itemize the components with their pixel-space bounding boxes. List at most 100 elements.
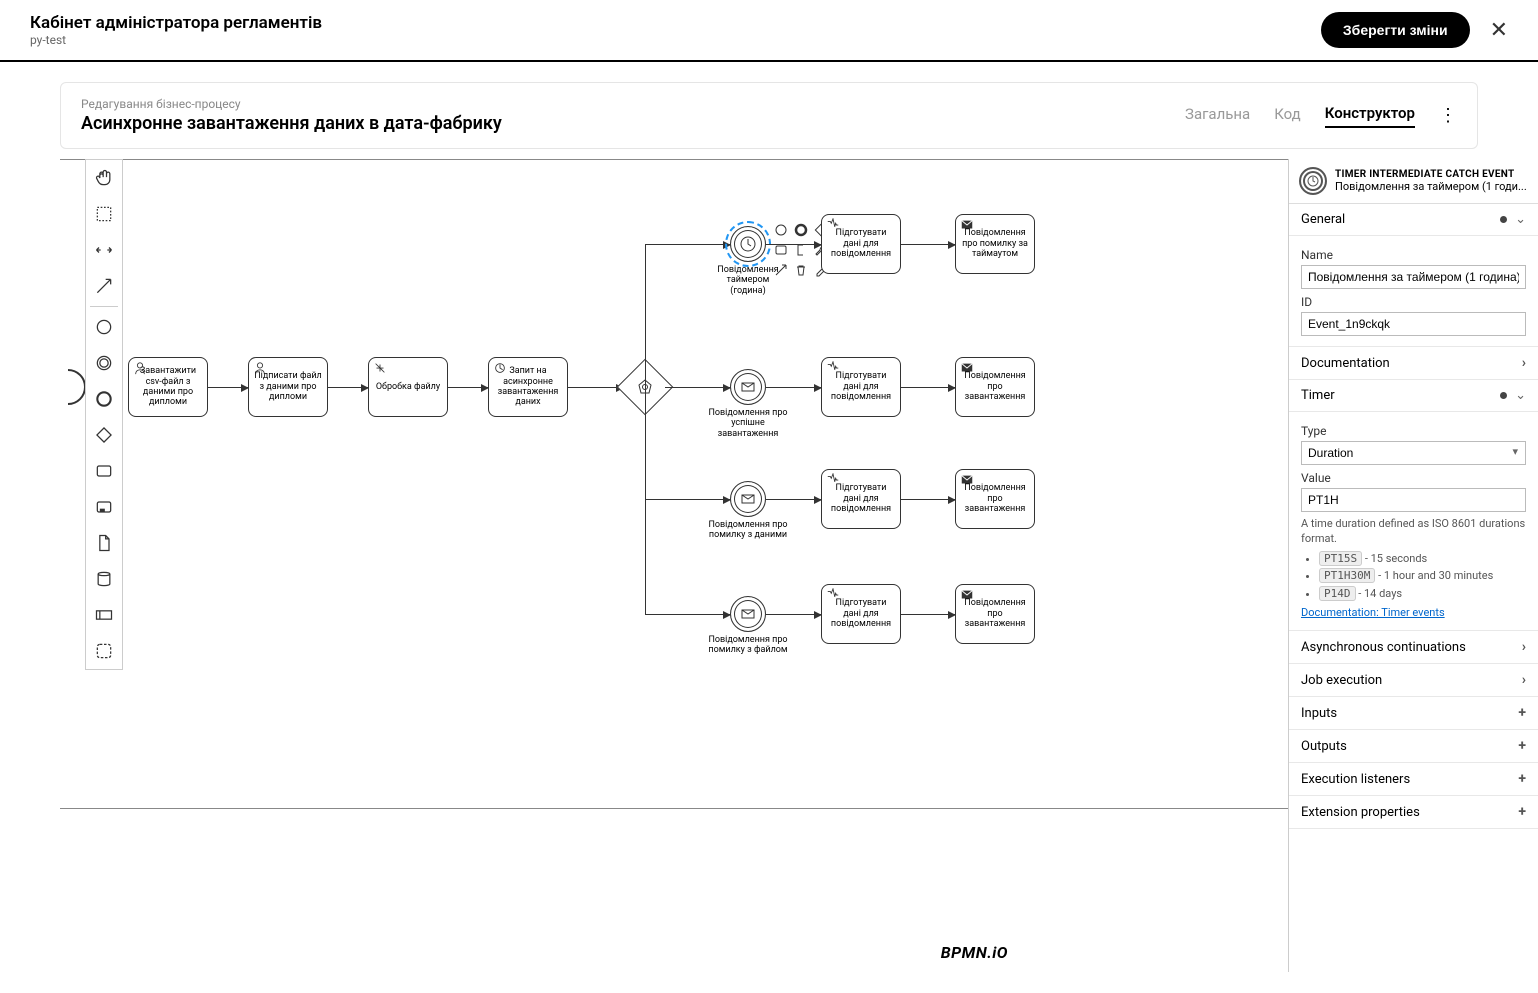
- task-notify-4[interactable]: Повідомлення про завантаження: [955, 584, 1035, 644]
- section-outputs[interactable]: Outputs +: [1289, 730, 1538, 763]
- task-prepare-4[interactable]: Підготувати дані для повідомлення: [821, 584, 901, 644]
- doc-link[interactable]: Documentation: Timer events: [1301, 606, 1445, 619]
- breadcrumb: Редагування бізнес-процесу: [81, 97, 1185, 111]
- plus-icon: +: [1518, 771, 1526, 787]
- tab-code[interactable]: Код: [1274, 105, 1301, 127]
- help-ex2: PT1H30M - 1 hour and 30 minutes: [1319, 568, 1526, 583]
- plus-icon: +: [1518, 738, 1526, 754]
- section-timer[interactable]: Timer ⌄: [1289, 380, 1538, 412]
- help-examples: PT15S - 15 seconds PT1H30M - 1 hour and …: [1319, 551, 1526, 601]
- connect-tool[interactable]: [86, 268, 122, 304]
- label-timer-type: Type: [1301, 424, 1526, 438]
- help-ex1: PT15S - 15 seconds: [1319, 551, 1526, 566]
- props-element-name: Повідомлення за таймером (1 годи...: [1335, 180, 1528, 193]
- input-id[interactable]: [1301, 312, 1526, 336]
- task-process[interactable]: Обробка файлу: [368, 357, 448, 417]
- task-tool[interactable]: [86, 453, 122, 489]
- task-upload[interactable]: Завантажити csv-файл з даними про диплом…: [128, 357, 208, 417]
- task-request[interactable]: Запит на асинхронне завантаження даних: [488, 357, 568, 417]
- flow[interactable]: [448, 387, 488, 388]
- flow[interactable]: [901, 499, 955, 500]
- event-label-file-error: Повідомлення про помилку з файлом: [708, 635, 788, 656]
- section-inputs[interactable]: Inputs +: [1289, 697, 1538, 730]
- task-label: Повідомлення про помилку за таймаутом: [960, 228, 1030, 259]
- pad-connect-icon[interactable]: [772, 261, 790, 279]
- lasso-tool[interactable]: [86, 196, 122, 232]
- task-prepare-1[interactable]: Підготувати дані для повідомлення: [821, 214, 901, 274]
- flow[interactable]: [208, 387, 248, 388]
- input-name[interactable]: [1301, 265, 1526, 289]
- space-tool[interactable]: [86, 232, 122, 268]
- flow[interactable]: [645, 499, 730, 500]
- close-button[interactable]: ✕: [1490, 17, 1508, 43]
- chevron-right-icon: ›: [1522, 672, 1526, 688]
- section-title: Job execution: [1301, 673, 1522, 688]
- task-sign[interactable]: Підписати файл з даними про дипломи: [248, 357, 328, 417]
- main: Завантажити csv-файл з даними про диплом…: [0, 159, 1538, 972]
- help-ex3: P14D - 14 days: [1319, 586, 1526, 601]
- flow[interactable]: [568, 387, 623, 388]
- section-async[interactable]: Asynchronous continuations ›: [1289, 631, 1538, 664]
- gateway-tool[interactable]: [86, 417, 122, 453]
- props-header-text: TIMER INTERMEDIATE CATCH EVENT Повідомле…: [1335, 169, 1528, 193]
- task-label: Повідомлення про завантаження: [960, 371, 1030, 402]
- section-title: Inputs: [1301, 706, 1518, 721]
- intermediate-event-tool[interactable]: [86, 345, 122, 381]
- pad-delete-icon[interactable]: [792, 261, 810, 279]
- tab-general[interactable]: Загальна: [1185, 105, 1250, 127]
- flow[interactable]: [766, 499, 821, 500]
- flow[interactable]: [645, 244, 646, 614]
- event-label-success: Повідомлення про успішне завантаження: [708, 408, 788, 439]
- pad-append-end[interactable]: [792, 221, 810, 239]
- task-label: Підписати файл з даними про дипломи: [253, 371, 323, 402]
- section-title: Extension properties: [1301, 805, 1518, 820]
- flow[interactable]: [766, 387, 821, 388]
- group-tool[interactable]: [86, 633, 122, 669]
- bpmn-canvas[interactable]: Завантажити csv-файл з даними про диплом…: [0, 159, 1288, 972]
- hand-tool[interactable]: [86, 160, 122, 196]
- top-header: Кабінет адміністратора регламентів py-te…: [0, 0, 1538, 62]
- input-timer-value[interactable]: [1301, 488, 1526, 512]
- timer-event[interactable]: [730, 226, 766, 262]
- chevron-right-icon: ›: [1522, 355, 1526, 371]
- event-label-data-error: Повідомлення про помилку з даними: [708, 520, 788, 541]
- flow[interactable]: [328, 387, 368, 388]
- task-notify-timeout[interactable]: Повідомлення про помилку за таймаутом: [955, 214, 1035, 274]
- flow[interactable]: [645, 244, 730, 245]
- task-prepare-2[interactable]: Підготувати дані для повідомлення: [821, 357, 901, 417]
- start-event-clip[interactable]: [50, 369, 86, 405]
- label-name: Name: [1301, 248, 1526, 262]
- participant-tool[interactable]: [86, 597, 122, 633]
- task-prepare-3[interactable]: Підготувати дані для повідомлення: [821, 469, 901, 529]
- data-store-tool[interactable]: [86, 561, 122, 597]
- section-ext[interactable]: Extension properties +: [1289, 796, 1538, 829]
- message-event-data-error[interactable]: [730, 481, 766, 517]
- data-store-reference-tool[interactable]: [86, 489, 122, 525]
- start-event-tool[interactable]: [86, 309, 122, 345]
- flow[interactable]: [901, 614, 955, 615]
- section-listeners[interactable]: Execution listeners +: [1289, 763, 1538, 796]
- tab-constructor[interactable]: Конструктор: [1325, 104, 1415, 128]
- tab-menu-icon[interactable]: ⋮: [1439, 105, 1457, 126]
- flow[interactable]: [901, 387, 955, 388]
- flow[interactable]: [901, 244, 955, 245]
- task-notify-2[interactable]: Повідомлення про завантаження: [955, 357, 1035, 417]
- end-event-tool[interactable]: [86, 381, 122, 417]
- flow[interactable]: [766, 614, 821, 615]
- save-button[interactable]: Зберегти зміни: [1321, 12, 1470, 48]
- flow[interactable]: [766, 244, 821, 245]
- message-event-file-error[interactable]: [730, 596, 766, 632]
- section-job[interactable]: Job execution ›: [1289, 664, 1538, 697]
- message-event-success[interactable]: [730, 369, 766, 405]
- flow[interactable]: [665, 387, 730, 388]
- pad-append-event[interactable]: [772, 221, 790, 239]
- section-documentation[interactable]: Documentation ›: [1289, 347, 1538, 380]
- bpmn-watermark: BPMN.iO: [941, 943, 1008, 962]
- data-object-tool[interactable]: [86, 525, 122, 561]
- section-general[interactable]: General ⌄: [1289, 204, 1538, 236]
- flow[interactable]: [645, 614, 730, 615]
- section-title: Documentation: [1301, 356, 1522, 371]
- task-notify-3[interactable]: Повідомлення про завантаження: [955, 469, 1035, 529]
- select-timer-type[interactable]: Duration: [1301, 441, 1526, 465]
- code-chip: PT15S: [1319, 551, 1362, 566]
